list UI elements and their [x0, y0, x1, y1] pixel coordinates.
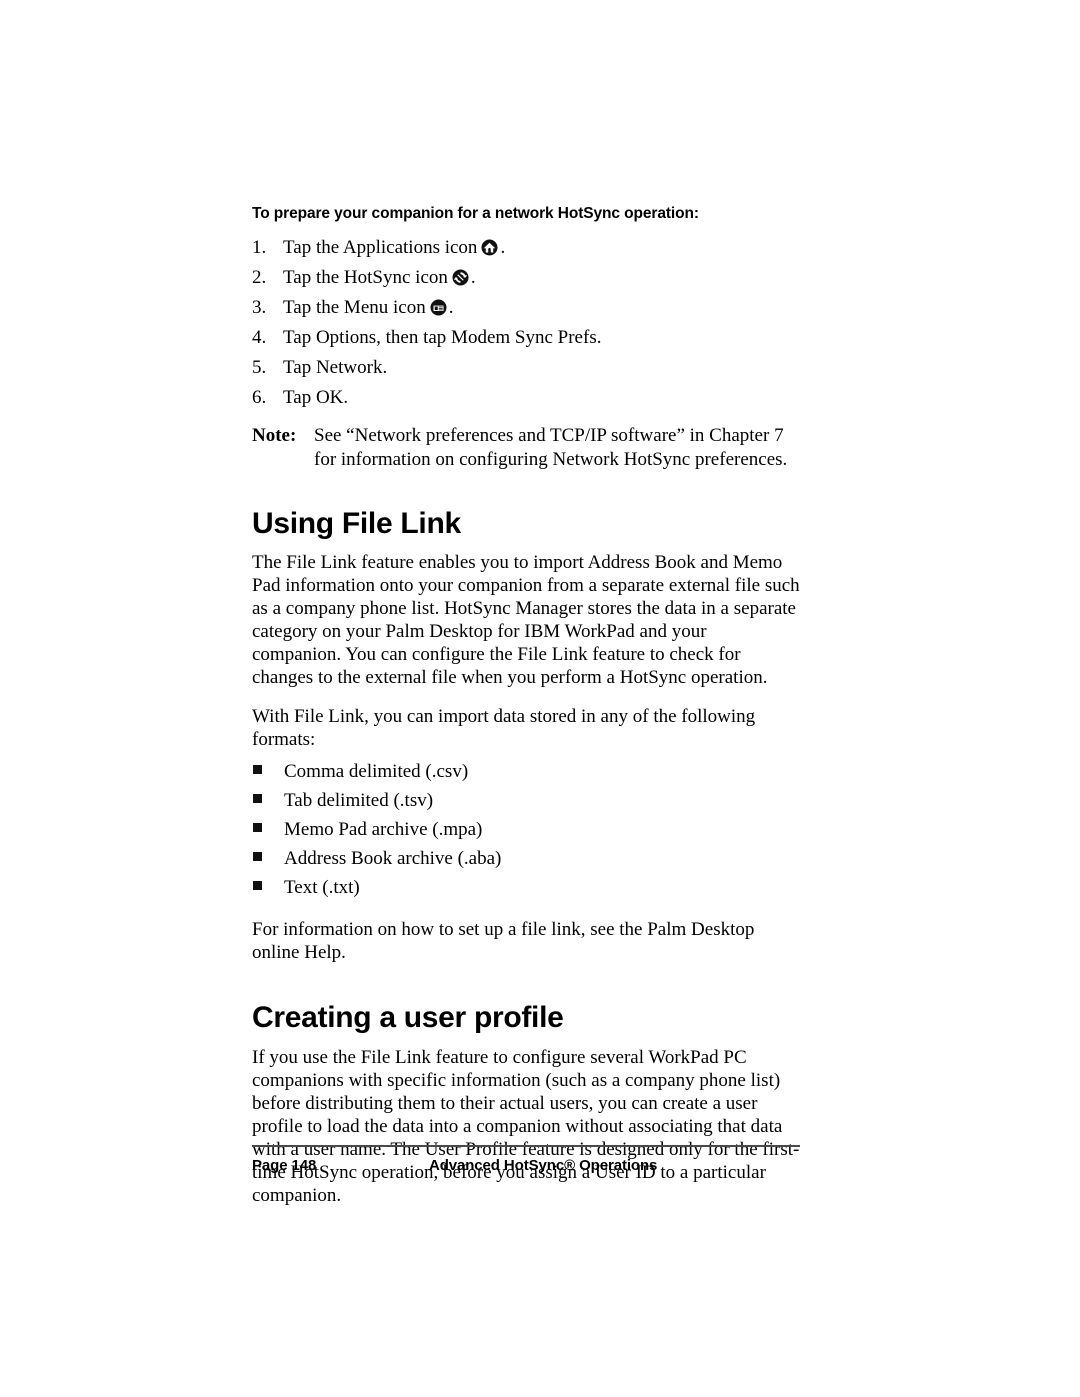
- chapter-title: Advanced HotSync® Operations: [428, 1157, 658, 1174]
- step-number: 3.: [252, 296, 267, 318]
- file-link-paragraph-2: With File Link, you can import data stor…: [252, 706, 756, 751]
- procedure-step-list: 1. Tap the Applications icon. 2. Tap the…: [252, 238, 800, 407]
- hotsync-circular-arrows-icon: [452, 269, 469, 286]
- page-number: Page 148: [252, 1157, 317, 1174]
- menu-icon: [430, 299, 447, 316]
- step-text-before: Tap the Applications icon: [283, 236, 478, 258]
- step-number: 6.: [252, 386, 267, 408]
- section-heading-creating-user-profile: Creating a user profile: [252, 1001, 564, 1035]
- step-text-after: .: [470, 266, 476, 288]
- note-block: Note: See “Network preferences and TCP/I…: [252, 424, 800, 473]
- procedure-step: 1. Tap the Applications icon.: [252, 238, 800, 257]
- square-bullet-icon: [252, 878, 284, 897]
- page-content: To prepare your companion for a network …: [252, 205, 800, 1208]
- user-profile-paragraph-1: If you use the File Link feature to conf…: [252, 1047, 800, 1206]
- step-text-after: .: [448, 296, 454, 318]
- step-text: Tap the HotSync icon.: [283, 268, 800, 287]
- procedure-heading: To prepare your companion for a network …: [252, 205, 699, 222]
- procedure-step: 6. Tap OK.: [252, 388, 800, 407]
- step-text-before: Tap the HotSync icon: [283, 266, 448, 288]
- step-text-after: .: [500, 236, 506, 258]
- format-label: Memo Pad archive (.mpa): [284, 819, 483, 841]
- list-item: Text (.txt): [252, 878, 800, 897]
- format-label: Address Book archive (.aba): [284, 848, 502, 870]
- page-footer: Page 148 Advanced HotSync® Operations: [252, 1145, 800, 1174]
- step-text: Tap the Menu icon.: [283, 298, 800, 317]
- list-item: Address Book archive (.aba): [252, 849, 800, 868]
- procedure-step: 3. Tap the Menu icon.: [252, 298, 800, 317]
- document-page: To prepare your companion for a network …: [0, 0, 1080, 1397]
- square-bullet-icon: [252, 762, 284, 781]
- format-label: Text (.txt): [284, 877, 360, 899]
- step-text-before: Tap the Menu icon: [283, 296, 426, 318]
- file-link-paragraph-3: For information on how to set up a file …: [252, 919, 755, 964]
- format-label: Comma delimited (.csv): [284, 761, 469, 783]
- footer-row: Page 148 Advanced HotSync® Operations: [252, 1157, 800, 1174]
- step-number: 4.: [252, 326, 267, 348]
- section-heading-using-file-link: Using File Link: [252, 507, 461, 541]
- format-label: Tab delimited (.tsv): [284, 790, 434, 812]
- step-number: 1.: [252, 236, 267, 258]
- footer-divider: [252, 1145, 800, 1147]
- step-number: 5.: [252, 356, 267, 378]
- square-bullet-icon: [252, 820, 284, 839]
- supported-formats-list: Comma delimited (.csv) Tab delimited (.t…: [252, 762, 800, 897]
- square-bullet-icon: [252, 849, 284, 868]
- step-text: Tap OK.: [283, 386, 349, 408]
- step-text: Tap the Applications icon.: [283, 238, 800, 257]
- procedure-step: 2. Tap the HotSync icon.: [252, 268, 800, 287]
- square-bullet-icon: [252, 791, 284, 810]
- step-text: Tap Network.: [283, 356, 388, 378]
- list-item: Tab delimited (.tsv): [252, 791, 800, 810]
- applications-home-icon: [481, 239, 498, 256]
- list-item: Comma delimited (.csv): [252, 762, 800, 781]
- procedure-step: 4. Tap Options, then tap Modem Sync Pref…: [252, 328, 800, 347]
- step-number: 2.: [252, 266, 267, 288]
- list-item: Memo Pad archive (.mpa): [252, 820, 800, 839]
- step-text: Tap Options, then tap Modem Sync Prefs.: [283, 326, 602, 348]
- procedure-step: 5. Tap Network.: [252, 358, 800, 377]
- note-text: See “Network preferences and TCP/IP soft…: [314, 424, 788, 470]
- note-label: Note:: [252, 424, 297, 446]
- file-link-paragraph-1: The File Link feature enables you to imp…: [252, 552, 800, 689]
